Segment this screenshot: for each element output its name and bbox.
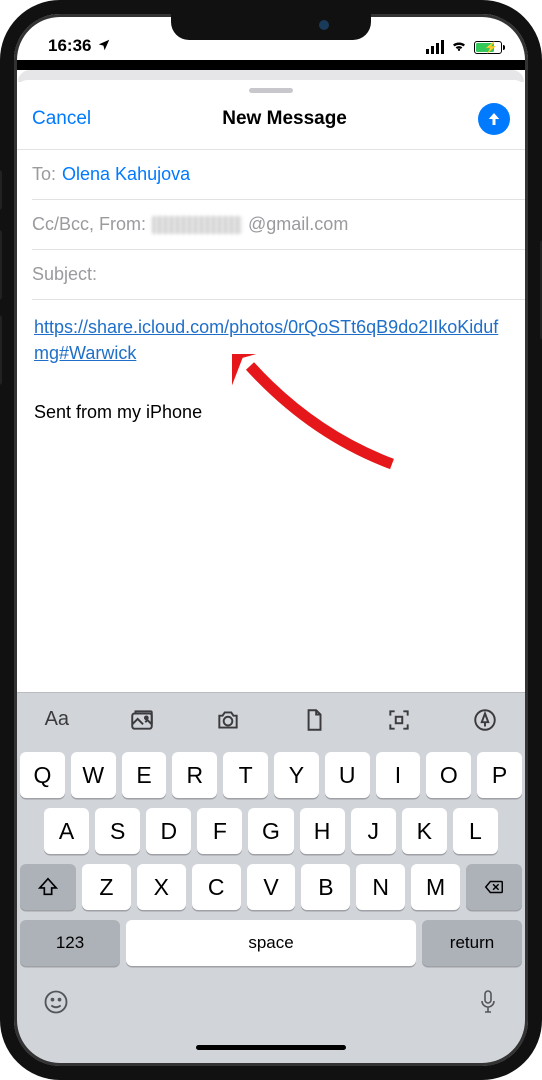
keyboard: Aa QWERTYUIOP ASDFGHJKL ZXCVBNM 123spaceret… (14, 692, 528, 1066)
key-c[interactable]: C (192, 864, 241, 910)
key-l[interactable]: L (453, 808, 498, 854)
key-d[interactable]: D (146, 808, 191, 854)
shift-icon (37, 876, 59, 898)
message-body[interactable]: https://share.icloud.com/photos/0rQoSTt6… (14, 300, 528, 692)
key-s[interactable]: S (95, 808, 140, 854)
scan-document-icon[interactable] (384, 705, 414, 735)
dictation-mic-icon[interactable] (476, 988, 500, 1023)
wifi-icon (450, 38, 468, 56)
space-key[interactable]: space (126, 920, 416, 966)
send-button[interactable] (478, 103, 510, 135)
key-a[interactable]: A (44, 808, 89, 854)
battery-icon: ⚡ (474, 41, 502, 54)
key-r[interactable]: R (172, 752, 217, 798)
from-redacted (152, 216, 242, 234)
key-e[interactable]: E (122, 752, 167, 798)
key-m[interactable]: M (411, 864, 460, 910)
backspace-key[interactable] (466, 864, 522, 910)
arrow-up-icon (485, 110, 503, 128)
key-k[interactable]: K (402, 808, 447, 854)
key-z[interactable]: Z (82, 864, 131, 910)
cellular-signal-icon (426, 40, 444, 54)
camera-icon[interactable] (213, 705, 243, 735)
shared-link[interactable]: https://share.icloud.com/photos/0rQoSTt6… (34, 314, 508, 366)
key-p[interactable]: P (477, 752, 522, 798)
key-w[interactable]: W (71, 752, 116, 798)
status-time: 16:36 (48, 36, 91, 56)
compose-title: New Message (222, 108, 347, 130)
key-q[interactable]: Q (20, 752, 65, 798)
compose-sheet: Cancel New Message To: Olena Kahujova Cc… (14, 80, 528, 1066)
cancel-button[interactable]: Cancel (32, 108, 91, 130)
key-u[interactable]: U (325, 752, 370, 798)
shift-key[interactable] (20, 864, 76, 910)
location-arrow-icon (97, 38, 111, 55)
photo-library-icon[interactable] (127, 705, 157, 735)
to-label: To: (32, 164, 56, 185)
home-indicator[interactable] (196, 1045, 346, 1050)
signature-text: Sent from my iPhone (34, 402, 508, 423)
key-n[interactable]: N (356, 864, 405, 910)
key-i[interactable]: I (376, 752, 421, 798)
to-field[interactable]: To: Olena Kahujova (32, 150, 528, 200)
key-x[interactable]: X (137, 864, 186, 910)
key-b[interactable]: B (301, 864, 350, 910)
key-h[interactable]: H (300, 808, 345, 854)
key-o[interactable]: O (426, 752, 471, 798)
key-v[interactable]: V (247, 864, 296, 910)
key-j[interactable]: J (351, 808, 396, 854)
emoji-keyboard-icon[interactable] (42, 988, 70, 1023)
subject-field[interactable]: Subject: (32, 250, 528, 300)
key-y[interactable]: Y (274, 752, 319, 798)
from-domain: @gmail.com (248, 214, 348, 235)
document-icon[interactable] (299, 705, 329, 735)
markup-icon[interactable] (470, 705, 500, 735)
numbers-key[interactable]: 123 (20, 920, 120, 966)
ccbcc-label: Cc/Bcc, From: (32, 214, 146, 235)
key-f[interactable]: F (197, 808, 242, 854)
subject-label: Subject: (32, 264, 97, 285)
return-key[interactable]: return (422, 920, 522, 966)
key-g[interactable]: G (248, 808, 293, 854)
key-t[interactable]: T (223, 752, 268, 798)
backspace-icon (482, 876, 506, 898)
format-text-button[interactable]: Aa (42, 705, 72, 735)
ccbcc-from-field[interactable]: Cc/Bcc, From: @gmail.com (32, 200, 528, 250)
to-recipient[interactable]: Olena Kahujova (62, 164, 190, 185)
